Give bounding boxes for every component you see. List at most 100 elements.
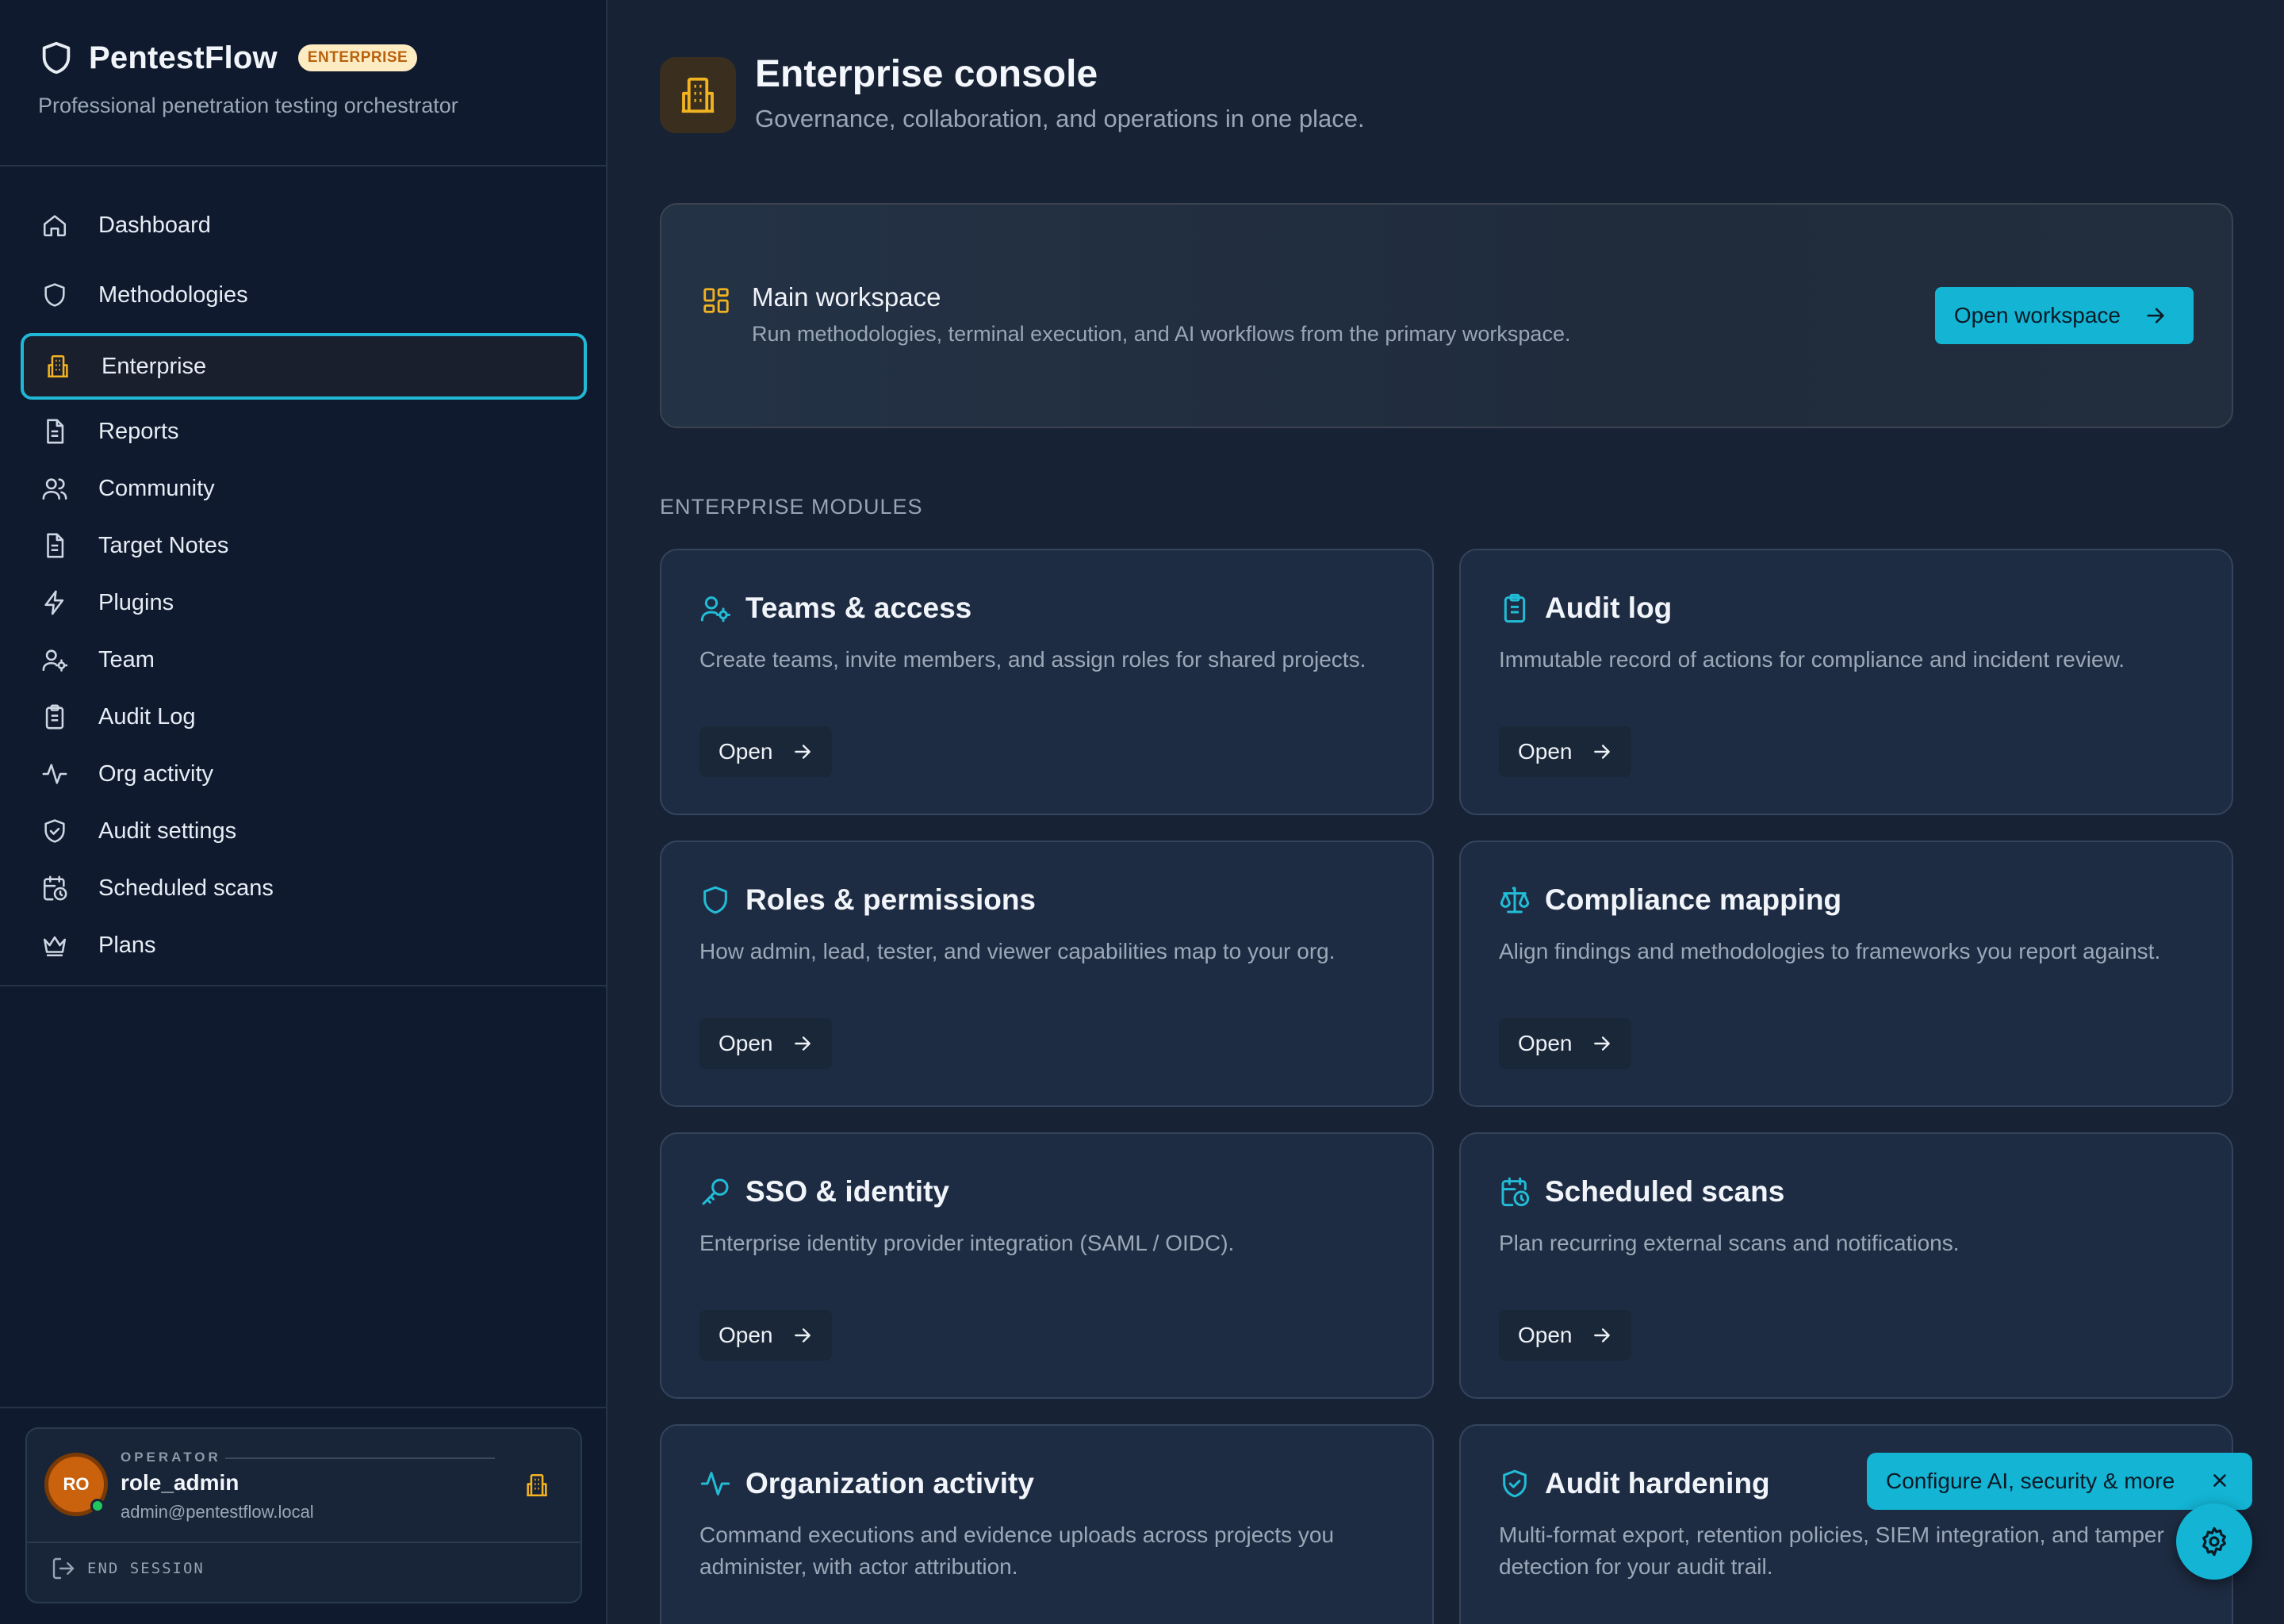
module-card-scheduled-scans: Scheduled scans Plan recurring external … [1459,1132,2233,1399]
sidebar-item-label: Reports [98,418,179,444]
brand-name: PentestFlow [89,40,278,75]
user-gear-icon [42,649,68,672]
document-icon [47,419,64,444]
sidebar-item-label: Enterprise [102,353,207,379]
shield-icon [44,283,65,307]
open-button[interactable]: Open [699,1018,832,1069]
sidebar-item-label: Methodologies [98,282,248,308]
open-workspace-label: Open workspace [1953,303,2121,327]
module-title: Audit hardening [1545,1467,1770,1500]
arrow-right-icon [1593,1036,1610,1051]
open-button[interactable]: Open [699,726,832,777]
sidebar-item-label: Dashboard [98,212,211,238]
module-description: Create teams, invite members, and assign… [699,647,1366,672]
user-name: role_admin [121,1470,240,1495]
sidebar-item-label: Community [98,475,215,501]
module-card-teams-access: Teams & access Create teams, invite memb… [660,549,1434,815]
close-icon[interactable] [2209,1470,2230,1491]
sidebar-item-target-notes[interactable]: Target Notes [21,517,587,574]
open-button-label: Open [719,739,773,764]
open-button[interactable]: Open [1499,726,1631,777]
module-title: Roles & permissions [745,883,1037,916]
shield-logo-icon [42,41,71,75]
sidebar-item-team[interactable]: Team [21,631,587,688]
page-title: Enterprise console [755,53,1098,95]
shield-icon [703,886,727,914]
user-card-divider [27,1542,581,1543]
module-description: Plan recurring external scans and notifi… [1499,1231,1960,1255]
module-title: Audit log [1545,592,1673,624]
arrow-right-icon [1593,745,1610,759]
sidebar-divider-mid [0,985,607,986]
sidebar-item-plans[interactable]: Plans [21,917,587,974]
sidebar-item-scheduled-scans[interactable]: Scheduled scans [21,860,587,917]
open-button[interactable]: Open [1499,1018,1631,1069]
grid-icon [703,288,729,313]
module-card-sso-identity: SSO & identity Enterprise identity provi… [660,1132,1434,1399]
open-workspace-button[interactable]: Open workspace [1934,287,2194,344]
brand-row[interactable]: PentestFlow ENTERPRISE [38,40,458,76]
settings-button[interactable] [2176,1503,2252,1580]
end-session-button[interactable]: END SESSION [51,1556,205,1581]
sidebar-item-plugins[interactable]: Plugins [21,574,587,631]
brand: PentestFlow ENTERPRISE Professional pene… [38,40,458,118]
open-button-label: Open [1518,1323,1573,1347]
module-description: Command executions and evidence uploads … [699,1522,1335,1579]
workspace-description: Run methodologies, terminal execution, a… [752,322,1571,346]
activity-icon [42,764,67,784]
page-icon [660,57,736,133]
users-icon [42,478,67,500]
sidebar-item-dashboard[interactable]: Dashboard [21,190,587,260]
building-icon [48,354,68,378]
module-description: Immutable record of actions for complian… [1499,647,2125,672]
clipboard-icon [45,704,64,730]
module-card-organization-activity: Organization activity Command executions… [660,1424,1434,1624]
arrow-right-icon [2147,308,2164,324]
module-card-audit-log: Audit log Immutable record of actions fo… [1459,549,2233,815]
module-card-compliance-mapping: Compliance mapping Align findings and me… [1459,841,2233,1107]
sidebar-item-audit-log[interactable]: Audit Log [21,688,587,745]
sidebar-item-label: Plugins [98,589,174,615]
sidebar-item-label: Target Notes [98,532,229,558]
sidebar-item-label: Audit settings [98,818,237,844]
module-title: Organization activity [745,1467,1034,1500]
sidebar-item-label: Plans [98,932,156,958]
sidebar-item-reports[interactable]: Reports [21,403,587,460]
logout-icon [52,1557,75,1580]
open-button-label: Open [719,1031,773,1055]
sidebar-item-community[interactable]: Community [21,460,587,517]
home-icon [43,215,67,237]
toast-text: Configure AI, security & more [1886,1469,2175,1493]
sidebar-item-label: Org activity [98,760,214,787]
user-gear-icon [700,596,730,622]
crown-icon [43,936,67,957]
building-icon [681,77,715,113]
module-title: Scheduled scans [1545,1175,1785,1208]
shield-check-icon [44,819,65,843]
workspace-title: Main workspace [752,282,941,312]
arrow-right-icon [794,1036,811,1051]
module-description: How admin, lead, tester, and viewer capa… [699,939,1336,963]
activity-icon [700,1472,730,1496]
module-description: Multi-format export, retention policies,… [1499,1522,2164,1579]
module-card-roles-permissions: Roles & permissions How admin, lead, tes… [660,841,1434,1107]
page-subtitle: Governance, collaboration, and operation… [755,105,1365,132]
scale-icon [1500,887,1530,914]
arrow-right-icon [1593,1328,1610,1342]
sidebar-item-org-activity[interactable]: Org activity [21,745,587,802]
settings-toast[interactable]: Configure AI, security & more [1867,1453,2252,1510]
sidebar-item-audit-settings[interactable]: Audit settings [21,802,587,860]
module-title: SSO & identity [745,1175,949,1208]
sidebar-item-label: Audit Log [98,703,196,730]
user-email: admin@pentestflow.local [121,1502,314,1522]
module-title: Compliance mapping [1545,883,1842,916]
module-description: Enterprise identity provider integration… [699,1231,1235,1255]
bolt-icon [44,590,64,615]
section-label: ENTERPRISE MODULES [660,495,923,519]
open-button[interactable]: Open [699,1310,832,1361]
sidebar-item-enterprise[interactable]: Enterprise [21,333,587,400]
enterprise-badge: ENTERPRISE [297,44,418,71]
sidebar-item-methodologies[interactable]: Methodologies [21,260,587,330]
gear-icon [2202,1526,2226,1557]
open-button[interactable]: Open [1499,1310,1631,1361]
